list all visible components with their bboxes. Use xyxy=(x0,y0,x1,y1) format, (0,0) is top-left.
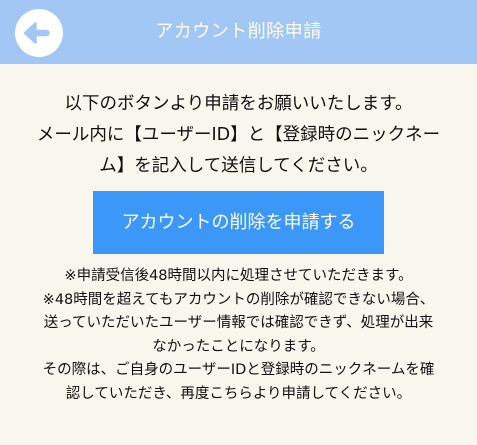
notes-line: 送っていただいたユーザー情報では確認できず、処理が出来 xyxy=(43,315,434,331)
notes-line: ※48時間を超えてもアカウントの削除が確認できない場合、 xyxy=(42,291,435,308)
instructions-line: メール内に【ユーザーID】と【登録時のニックネー xyxy=(36,125,441,145)
instructions-text: 以下のボタンより申請をお願いいたします。 メール内に【ユーザーID】と【登録時の… xyxy=(10,89,467,182)
notes-line: 認していただき、再度こちらより申請してください。 xyxy=(65,385,412,402)
app-header: アカウント削除申請 xyxy=(0,0,477,64)
notes-line: なかったことになります。 xyxy=(152,338,325,355)
instructions-line: 以下のボタンより申請をお願いいたします。 xyxy=(64,94,413,114)
notes-line: その際は、ご自身のユーザーIDと登録時のニックネームを確 xyxy=(42,362,435,378)
instructions-line: ム】を記入して送信してください。 xyxy=(99,156,378,176)
request-account-deletion-button[interactable]: アカウントの削除を申請する xyxy=(93,191,384,254)
notes-line: ※申請受信後48時間以内に処理させていただきます。 xyxy=(64,268,413,284)
notes-text: ※申請受信後48時間以内に処理させていただきます。 ※48時間を超えてもアカウン… xyxy=(10,265,467,406)
page-title: アカウント削除申請 xyxy=(155,21,322,42)
